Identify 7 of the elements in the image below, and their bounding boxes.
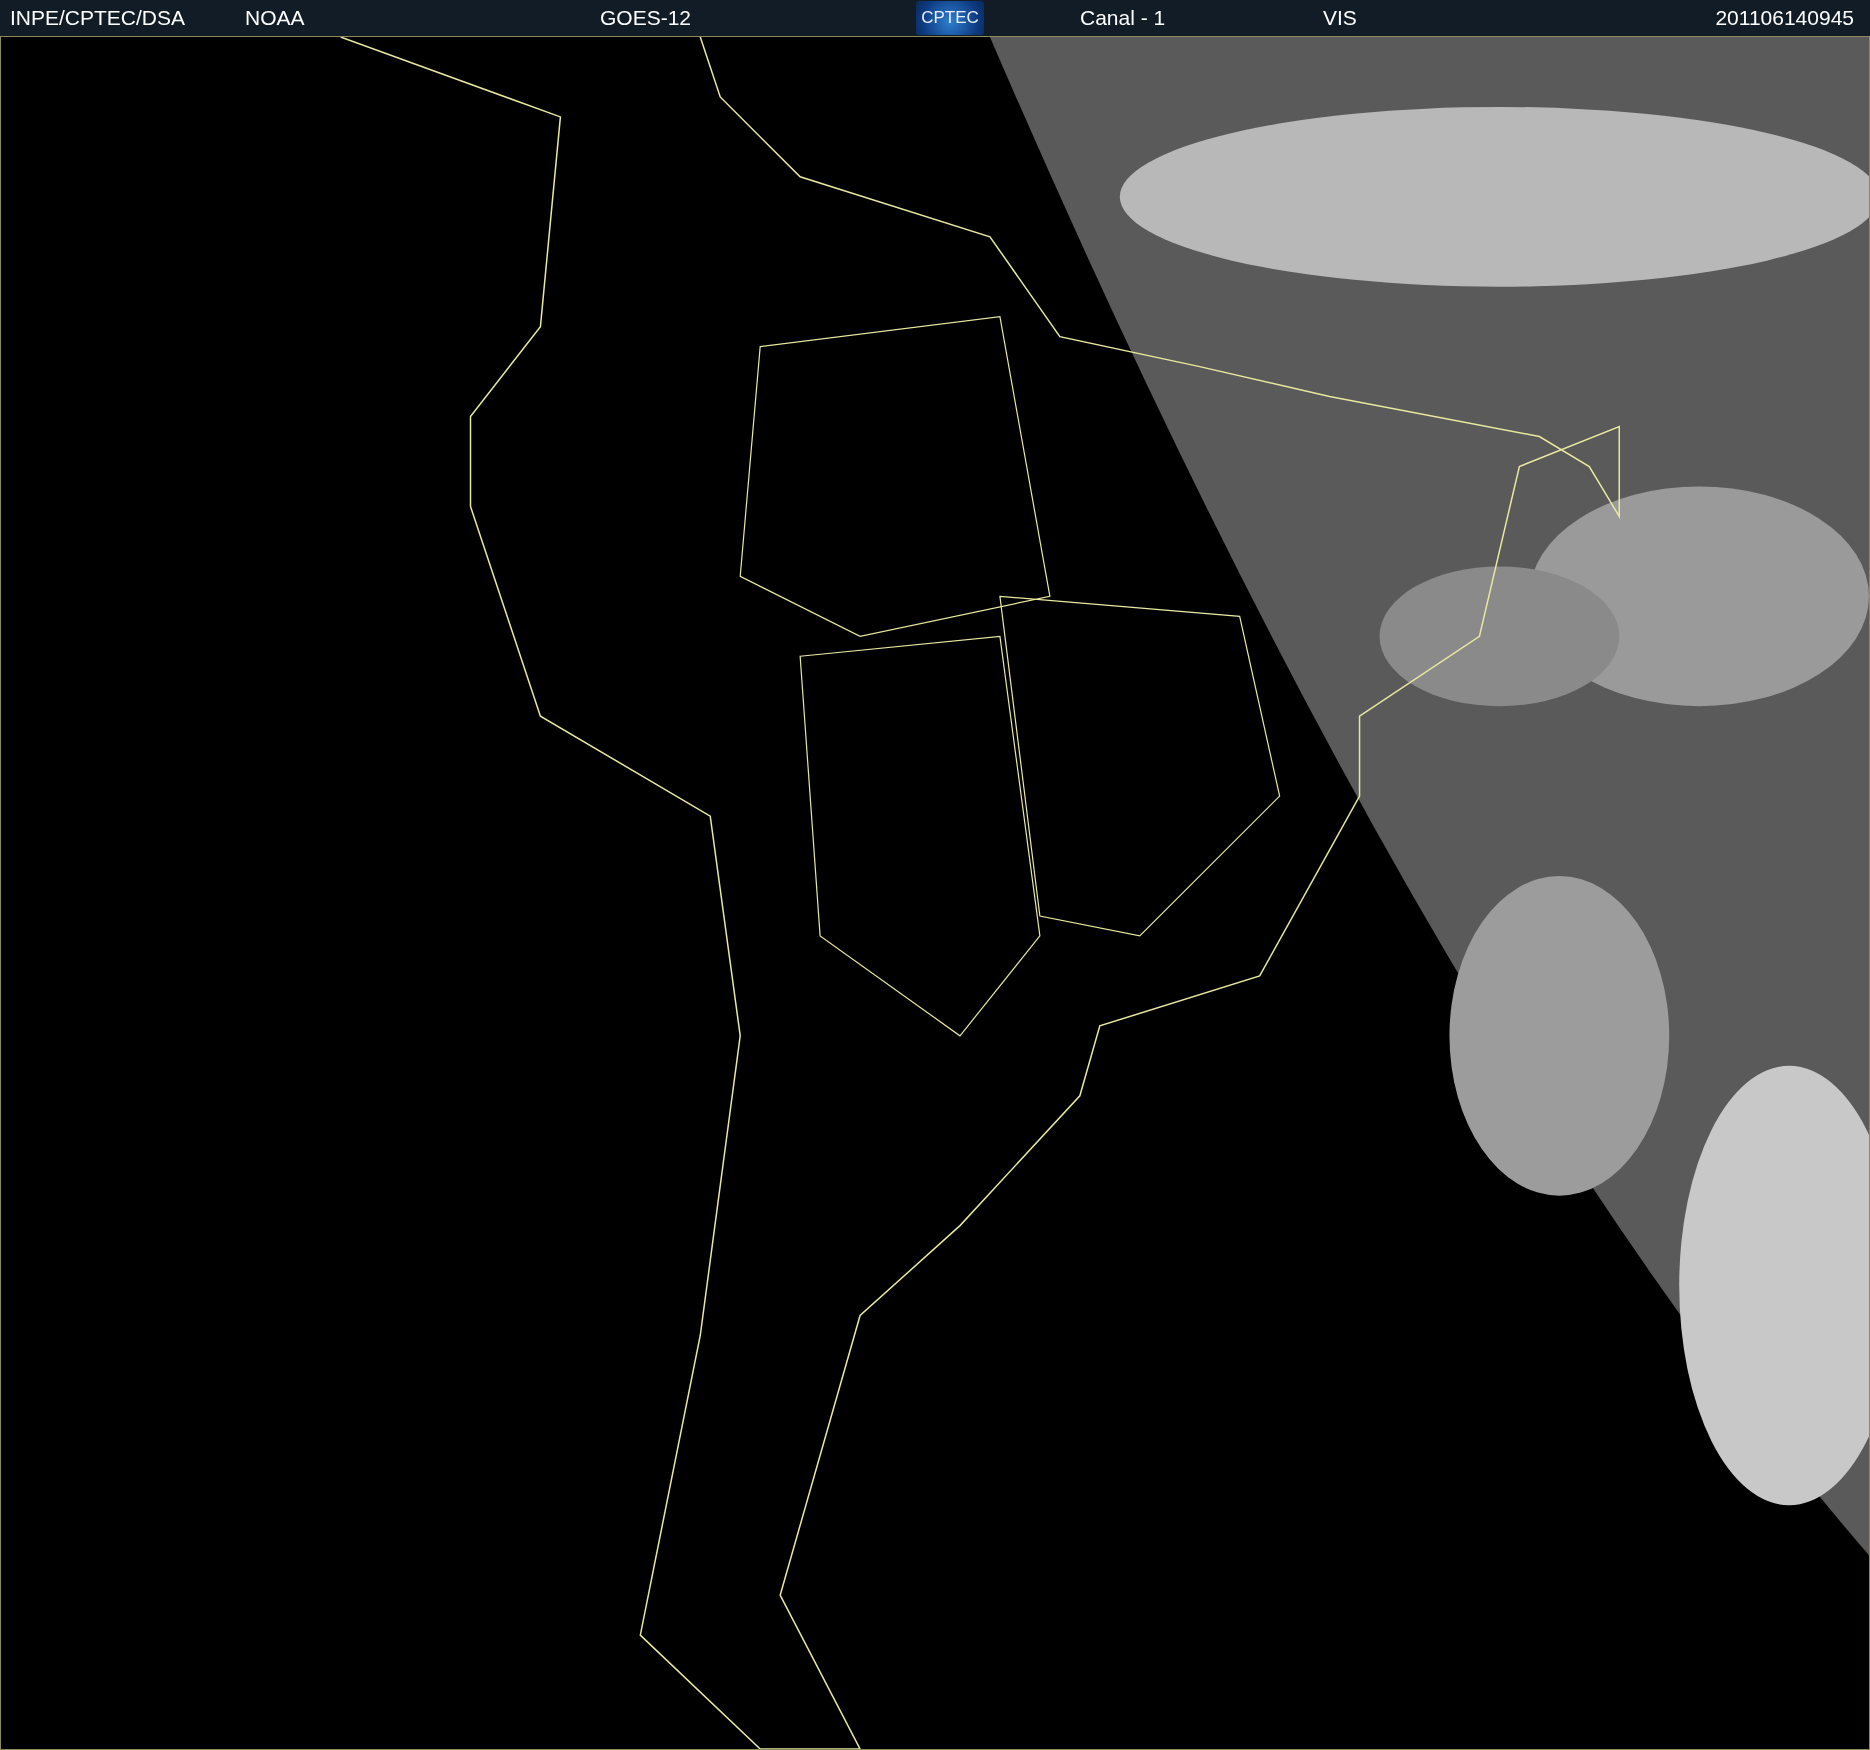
channel-label: Canal - 1: [1080, 6, 1166, 30]
source-label: INPE/CPTEC/DSA: [10, 6, 186, 30]
timestamp-label: 201106140945: [1715, 6, 1854, 30]
logo: CPTEC: [916, 1, 984, 35]
band-label: VIS: [1323, 6, 1357, 30]
agency-label: NOAA: [245, 6, 305, 30]
satellite-label: GOES-12: [600, 6, 692, 30]
